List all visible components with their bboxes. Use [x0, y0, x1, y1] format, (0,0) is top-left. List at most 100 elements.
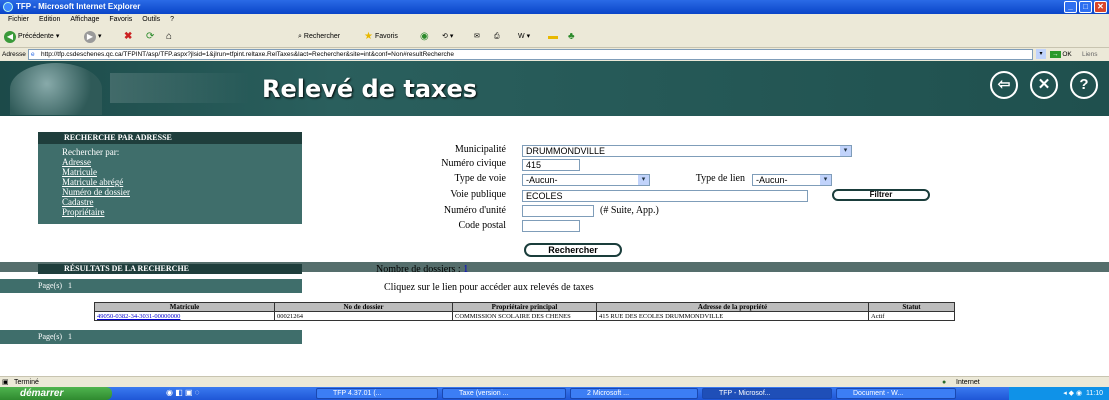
forward-button[interactable]: ▶ ▾ [84, 30, 102, 44]
forward-arrow-icon: ▶ [84, 31, 96, 43]
type-lien-value: -Aucun- [756, 175, 788, 185]
tray-icons[interactable]: ◂ ◆ ◉ [1063, 390, 1086, 397]
task-document[interactable]: Document - W... [836, 388, 956, 399]
print-button[interactable]: ⎙ [494, 30, 500, 44]
address-dropdown-icon[interactable]: ▾ [1036, 49, 1046, 59]
stop-button[interactable]: ✖ [124, 30, 132, 44]
mail-button[interactable]: ✉ [474, 30, 480, 44]
page-title: Relevé de taxes [262, 75, 478, 103]
stop-icon: ✖ [124, 31, 133, 42]
table-row: 49050-0382-34-3031-00000000 00021264 COM… [94, 311, 955, 321]
maximize-button[interactable]: □ [1079, 1, 1092, 13]
dossier-count-label: Nombre de dossiers : [376, 264, 461, 275]
link-proprietaire[interactable]: Propriétaire [62, 207, 302, 217]
cell-statut: Actif [868, 311, 955, 321]
rechercher-button[interactable]: Rechercher [524, 243, 622, 257]
results-header-row: Matricule No de dossier Propriétaire pri… [94, 302, 955, 312]
help-circle-icon[interactable]: ? [1070, 71, 1098, 99]
municipalite-value: DRUMMONDVILLE [526, 146, 606, 156]
back-button[interactable]: ◀ Précédente ▾ [4, 30, 59, 44]
page-icon: e [31, 51, 35, 58]
window-titlebar: TFP - Microsoft Internet Explorer _ □ ✕ [0, 0, 1109, 14]
link-numero-dossier[interactable]: Numéro de dossier [62, 187, 302, 197]
filtrer-button[interactable]: Filtrer [832, 189, 930, 201]
numero-civique-label: Numéro civique [441, 158, 506, 169]
link-adresse[interactable]: Adresse [62, 157, 302, 167]
numero-unite-label: Numéro d'unité [443, 205, 506, 216]
site-banner: Relevé de taxes ⇦ ✕ ? [0, 61, 1109, 116]
link-matricule-abrege[interactable]: Matricule abrégé [62, 177, 302, 187]
start-button[interactable]: démarrer [0, 387, 112, 400]
edit-button[interactable]: W ▾ [518, 30, 530, 44]
taskbar: démarrer ◉ ◧ ▣ ◌ TFP 4.37.01 (... Taxe (… [0, 387, 1109, 400]
address-bar: Adresse e http://tfp.csdeschenes.qc.ca/T… [0, 48, 1109, 61]
home-button[interactable]: ⌂ [166, 30, 172, 44]
menu-bar: Fichier Edition Affichage Favoris Outils… [0, 14, 1109, 26]
messenger-button[interactable]: ♣ [568, 30, 575, 44]
history-button[interactable]: ⟲ ▾ [442, 30, 453, 44]
task-tfp-ie[interactable]: TFP - Microsof... [702, 388, 832, 399]
pages-value[interactable]: 1 [68, 281, 72, 290]
back-arrow-icon: ◀ [4, 31, 16, 43]
code-postal-label: Code postal [458, 220, 507, 231]
folder-icon: ▬ [548, 31, 558, 42]
link-cadastre[interactable]: Cadastre [62, 197, 302, 207]
voie-publique-input[interactable]: ECOLES [522, 190, 808, 202]
results-header: RÉSULTATS DE LA RECHERCHE [38, 264, 302, 274]
media-icon: ◉ [420, 31, 429, 42]
col-statut: Statut [868, 302, 955, 312]
menu-affichage[interactable]: Affichage [70, 16, 99, 23]
favorites-button[interactable]: ★ Favoris [364, 30, 398, 44]
task-tfp-4[interactable]: TFP 4.37.01 (... [316, 388, 438, 399]
matricule-link[interactable]: 49050-0382-34-3031-00000000 [97, 313, 180, 320]
dossier-count-row: Nombre de dossiers : 1 [376, 264, 468, 275]
go-label: OK [1062, 51, 1072, 58]
menu-help[interactable]: ? [170, 16, 174, 23]
code-postal-input[interactable] [522, 220, 580, 232]
clock: 11:10 [1086, 390, 1103, 397]
links-label[interactable]: Liens [1082, 48, 1098, 61]
search-button[interactable]: ⌕ Rechercher [298, 30, 340, 44]
menu-outils[interactable]: Outils [142, 16, 160, 23]
pages-value[interactable]: 1 [68, 332, 72, 341]
col-matricule: Matricule [94, 302, 275, 312]
history-icon: ⟲ [442, 33, 448, 40]
municipalite-select[interactable]: DRUMMONDVILLE ▾ [522, 145, 852, 157]
close-circle-icon[interactable]: ✕ [1030, 71, 1058, 99]
print-icon: ⎙ [494, 33, 500, 40]
close-button[interactable]: ✕ [1094, 1, 1107, 13]
dossier-count-value: 1 [463, 264, 469, 275]
col-proprietaire: Propriétaire principal [452, 302, 597, 312]
menu-favoris[interactable]: Favoris [109, 16, 132, 23]
media-button[interactable]: ◉ [420, 30, 429, 44]
menu-fichier[interactable]: Fichier [8, 16, 29, 23]
numero-unite-input[interactable] [522, 205, 594, 217]
cell-adresse: 415 RUE DES ECOLES DRUMMONDVILLE [596, 311, 869, 321]
pages-bottom: Page(s) 1 [0, 330, 302, 344]
task-taxe[interactable]: Taxe (version ... [442, 388, 566, 399]
minimize-button[interactable]: _ [1064, 1, 1077, 13]
go-button[interactable]: → OK [1050, 48, 1072, 61]
task-microsoft[interactable]: 2 Microsoft ... [570, 388, 698, 399]
back-label: Précédente [18, 33, 54, 40]
type-lien-select[interactable]: -Aucun- ▾ [752, 174, 832, 186]
search-by-panel: RECHERCHE PAR ADRESSE Rechercher par: Ad… [38, 132, 302, 224]
back-circle-icon[interactable]: ⇦ [990, 71, 1018, 99]
quicklaunch-icons[interactable]: ◉ ◧ ▣ ◌ [166, 388, 200, 397]
cell-matricule: 49050-0382-34-3031-00000000 [94, 311, 275, 321]
search-by-label: Rechercher par: [62, 147, 120, 157]
menu-edition[interactable]: Edition [39, 16, 60, 23]
cell-dossier: 00021264 [274, 311, 453, 321]
refresh-icon: ⟳ [146, 31, 155, 42]
search-icon: ⌕ [298, 33, 302, 40]
address-input[interactable]: e http://tfp.csdeschenes.qc.ca/TFPINT/as… [28, 49, 1033, 60]
voie-publique-label: Voie publique [450, 189, 506, 200]
numero-civique-input[interactable]: 415 [522, 159, 580, 171]
search-label: Rechercher [303, 33, 341, 40]
refresh-button[interactable]: ⟳ [146, 30, 154, 44]
results-hint: Cliquez sur le lien pour accéder aux rel… [384, 282, 594, 293]
toolbar: ◀ Précédente ▾ ▶ ▾ ✖ ⟳ ⌂ ⌕ Rechercher ★ Fav… [0, 26, 1109, 48]
link-matricule[interactable]: Matricule [62, 167, 302, 177]
ie-logo-icon [3, 2, 13, 12]
folder-button[interactable]: ▬ [548, 30, 558, 44]
